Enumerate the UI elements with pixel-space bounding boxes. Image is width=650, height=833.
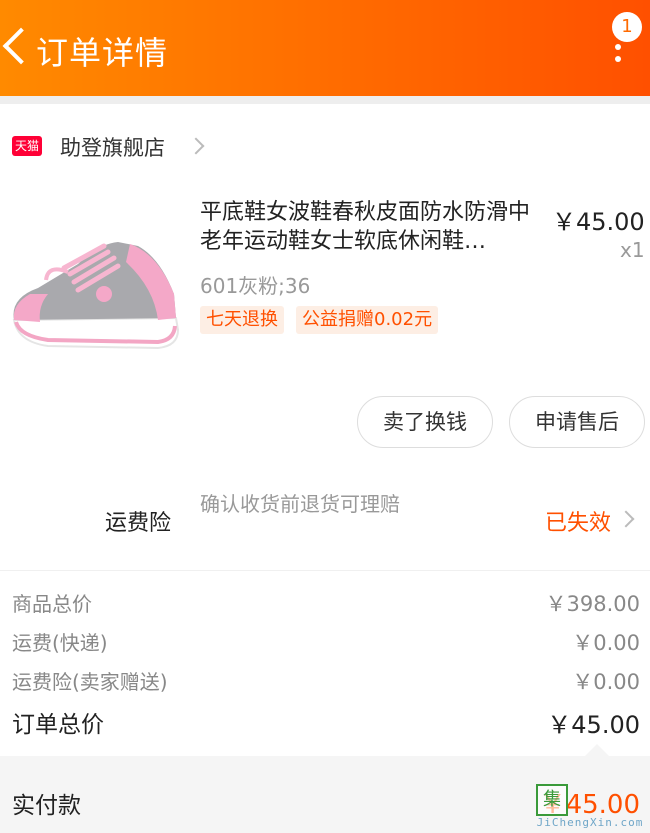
- paid-label: 实付款: [12, 793, 81, 819]
- more-vertical-icon[interactable]: [610, 44, 626, 70]
- header-separator: [0, 96, 650, 104]
- order-total-value: ￥45.00: [547, 711, 640, 739]
- page-title: 订单详情: [36, 34, 169, 72]
- after-sale-button[interactable]: 申请售后: [509, 396, 645, 448]
- tag-charity: 公益捐赠0.02元: [296, 306, 439, 334]
- summary-shipping-label: 运费(快递): [12, 631, 108, 655]
- watermark: 集 JiChengXin.com: [530, 780, 650, 830]
- summary-insurance-label: 运费险(卖家赠送): [12, 670, 168, 694]
- shipping-insurance-status[interactable]: 已失效: [545, 505, 611, 537]
- summary-goods-value: ￥398.00: [545, 592, 640, 616]
- top-bar: 订单详情 1: [0, 0, 650, 96]
- product-quantity: x1: [620, 238, 645, 262]
- section-divider: [0, 570, 650, 571]
- caret-up-icon: [585, 744, 609, 756]
- summary-shipping-value: ￥0.00: [572, 631, 640, 655]
- chevron-right-icon[interactable]: [617, 510, 635, 528]
- shop-row[interactable]: 天猫 助登旗舰店: [0, 120, 650, 170]
- sell-button[interactable]: 卖了换钱: [357, 396, 493, 448]
- tmall-icon: 天猫: [12, 136, 42, 156]
- chevron-right-icon: [187, 137, 205, 155]
- order-total-label: 订单总价: [12, 712, 104, 738]
- product-title[interactable]: 平底鞋女波鞋春秋皮面防水防滑中老年运动鞋女士软底休闲鞋…: [200, 198, 545, 256]
- product-image[interactable]: [8, 202, 184, 372]
- back-icon[interactable]: [2, 27, 40, 65]
- watermark-text: JiChengXin.com: [536, 816, 644, 829]
- summary-goods-label: 商品总价: [12, 592, 92, 616]
- summary-insurance-value: ￥0.00: [572, 670, 640, 694]
- product-price: ￥45.00: [552, 208, 645, 236]
- shipping-insurance-label: 运费险: [105, 511, 172, 536]
- shipping-insurance-desc: 确认收货前退货可理赔: [200, 492, 400, 516]
- notification-badge: 1: [612, 12, 642, 42]
- watermark-logo-icon: 集: [536, 784, 568, 816]
- product-spec: 601灰粉;36: [200, 274, 311, 298]
- shop-name[interactable]: 助登旗舰店: [60, 132, 165, 162]
- tag-seven-day-return: 七天退换: [200, 306, 284, 334]
